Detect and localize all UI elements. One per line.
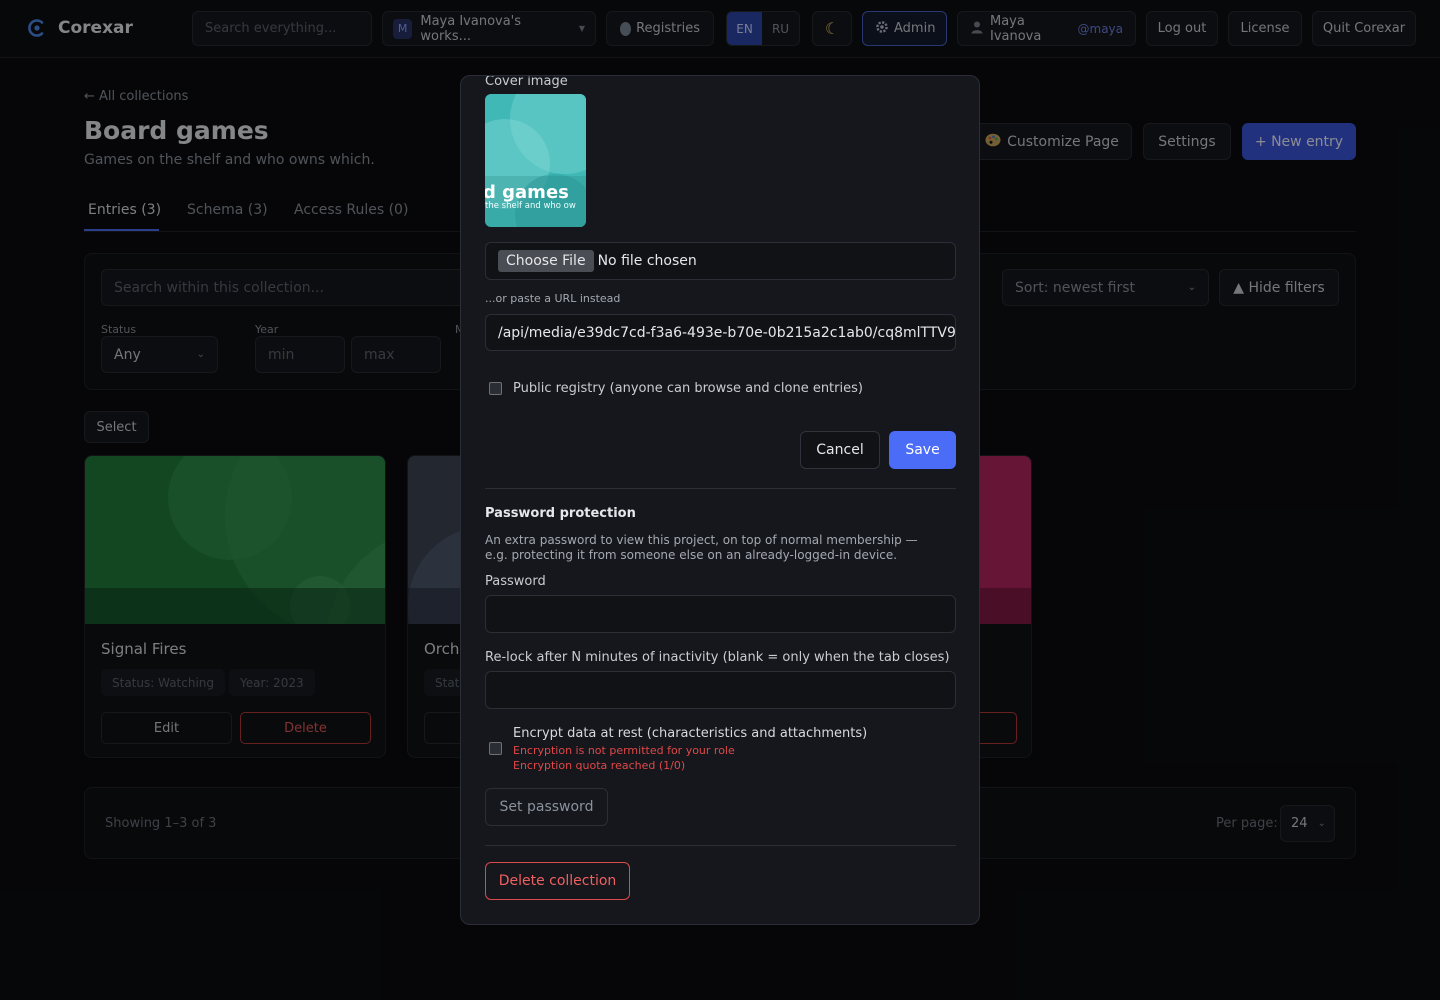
encrypt-data-label: Encrypt data at rest (characteristics an… bbox=[513, 726, 868, 741]
password-protection-heading: Password protection bbox=[485, 506, 636, 521]
relock-field-label: Re-lock after N minutes of inactivity (b… bbox=[485, 650, 950, 665]
cover-url-label: ...or paste a URL instead bbox=[485, 292, 621, 305]
password-input[interactable] bbox=[485, 595, 956, 633]
public-registry-label: Public registry (anyone can browse and c… bbox=[513, 381, 863, 396]
collection-settings-modal: Cover image d games the shelf and who ow… bbox=[460, 75, 980, 925]
cover-url-input[interactable]: /api/media/e39dc7cd-f3a6-493e-b70e-0b215… bbox=[485, 314, 956, 351]
cover-image-subtitle-text: the shelf and who ow bbox=[485, 201, 576, 211]
cover-image-title-text: d games bbox=[485, 182, 569, 203]
encryption-role-error: Encryption is not permitted for your rol… bbox=[513, 744, 735, 757]
password-field-label: Password bbox=[485, 574, 546, 589]
password-protection-description: An extra password to view this project, … bbox=[485, 533, 918, 562]
delete-collection-button[interactable]: Delete collection bbox=[485, 862, 630, 900]
public-registry-checkbox[interactable] bbox=[489, 382, 502, 395]
choose-file-button[interactable]: Choose File bbox=[498, 250, 594, 272]
section-divider bbox=[485, 488, 956, 489]
cover-file-input[interactable]: Choose File No file chosen bbox=[485, 242, 956, 280]
cover-image-preview: d games the shelf and who ow bbox=[485, 94, 586, 227]
encryption-quota-error: Encryption quota reached (1/0) bbox=[513, 759, 686, 772]
encrypt-data-checkbox[interactable] bbox=[489, 742, 502, 755]
cover-image-label: Cover image bbox=[485, 75, 568, 89]
section-divider bbox=[485, 845, 956, 846]
set-password-button[interactable]: Set password bbox=[485, 788, 608, 826]
save-button[interactable]: Save bbox=[889, 431, 956, 469]
cancel-button[interactable]: Cancel bbox=[800, 431, 880, 469]
relock-minutes-input[interactable] bbox=[485, 671, 956, 709]
no-file-chosen-text: No file chosen bbox=[597, 253, 697, 269]
